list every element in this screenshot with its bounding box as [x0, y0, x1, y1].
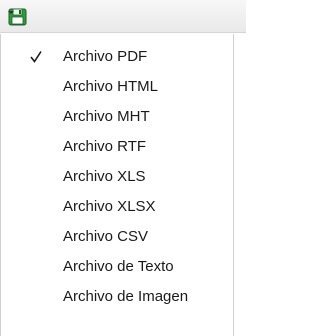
menu-item-label: Archivo de Imagen: [63, 288, 189, 305]
menu-item-label: Archivo de Texto: [63, 258, 174, 275]
chevron-down-icon: [8, 11, 14, 14]
menu-item-csv[interactable]: Archivo CSV: [1, 222, 233, 252]
menu-item-html[interactable]: Archivo HTML: [1, 72, 233, 102]
menu-item-mht[interactable]: Archivo MHT: [1, 102, 233, 132]
menu-item-label: Archivo HTML: [63, 78, 159, 95]
menu-item-image[interactable]: Archivo de Imagen: [1, 282, 233, 312]
menu-item-text[interactable]: Archivo de Texto: [1, 252, 233, 282]
menu-item-xls[interactable]: Archivo XLS: [1, 162, 233, 192]
menu-item-pdf[interactable]: Archivo PDF: [1, 42, 233, 72]
menu-item-label: Archivo XLSX: [63, 198, 156, 215]
menu-item-label: Archivo MHT: [63, 108, 150, 125]
menu-item-xlsx[interactable]: Archivo XLSX: [1, 192, 233, 222]
menu-item-label: Archivo RTF: [63, 138, 147, 155]
menu-item-label: Archivo PDF: [63, 48, 148, 65]
menu-item-rtf[interactable]: Archivo RTF: [1, 132, 233, 162]
menu-item-label: Archivo XLS: [63, 168, 146, 185]
menu-item-label: Archivo CSV: [63, 228, 149, 245]
export-format-menu: Archivo PDF Archivo HTML Archivo MHT Arc…: [0, 34, 234, 336]
export-dropdown-button[interactable]: [7, 6, 47, 28]
checkmark-icon: [30, 51, 42, 63]
toolbar: [0, 0, 246, 33]
